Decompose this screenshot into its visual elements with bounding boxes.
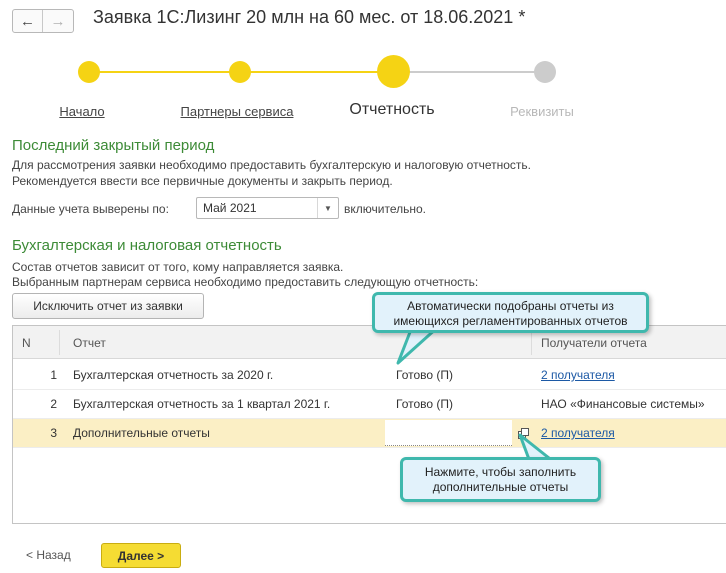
step-reports-label: Отчетность: [349, 101, 435, 118]
step-dot-partners[interactable]: [229, 61, 251, 83]
report-name: Бухгалтерская отчетность за 1 квартал 20…: [73, 397, 331, 411]
step-partners-link[interactable]: Партнеры сервиса: [181, 104, 294, 119]
step-start-link[interactable]: Начало: [59, 104, 104, 119]
row-number: 1: [50, 368, 57, 382]
additional-reports-field[interactable]: [385, 420, 512, 446]
callout-pointer: [396, 325, 440, 365]
table-row[interactable]: 1 Бухгалтерская отчетность за 2020 г. Го…: [13, 361, 726, 390]
report-name: Бухгалтерская отчетность за 2020 г.: [73, 368, 274, 382]
step-dot-details: [534, 61, 556, 83]
period-label: Данные учета выверены по:: [12, 202, 169, 216]
report-status: Готово (П): [396, 368, 454, 382]
column-header-recipients[interactable]: Получатели отчета: [541, 336, 647, 350]
step-dot-reports: [377, 55, 410, 88]
next-button[interactable]: Далее >: [101, 543, 181, 568]
chevron-down-icon[interactable]: ▼: [317, 198, 338, 218]
column-header-n[interactable]: N: [22, 336, 31, 350]
period-description-1: Для рассмотрения заявки необходимо предо…: [12, 158, 531, 172]
reports-table: N Отчет Получатели отчета 1 Бухгалтерска…: [12, 325, 726, 524]
reports-description-2: Выбранным партнерам сервиса необходимо п…: [12, 275, 479, 289]
table-row[interactable]: 2 Бухгалтерская отчетность за 1 квартал …: [13, 390, 726, 419]
arrow-left-icon[interactable]: ←: [13, 10, 44, 32]
step-connector: [393, 71, 545, 73]
report-name: Дополнительные отчеты: [73, 426, 210, 440]
fill-reports-callout: Нажмите, чтобы заполнить дополнительные …: [400, 457, 601, 502]
report-status: Готово (П): [396, 397, 454, 411]
reports-section-title: Бухгалтерская и налоговая отчетность: [12, 237, 282, 254]
step-dot-start[interactable]: [78, 61, 100, 83]
period-select-value[interactable]: Май 2021: [197, 198, 317, 218]
period-select[interactable]: Май 2021 ▼: [196, 197, 339, 219]
arrow-right-icon[interactable]: →: [43, 10, 73, 32]
column-separator: [59, 330, 60, 355]
row-number: 2: [50, 397, 57, 411]
back-button[interactable]: < Назад: [26, 548, 71, 562]
reports-description-1: Состав отчетов зависит от того, кому нап…: [12, 260, 344, 274]
exclude-report-button[interactable]: Исключить отчет из заявки: [12, 293, 204, 319]
recipient-name: НАО «Финансовые системы»: [541, 397, 705, 411]
row-number: 3: [50, 426, 57, 440]
period-section-title: Последний закрытый период: [12, 137, 215, 154]
page-title: Заявка 1С:Лизинг 20 млн на 60 мес. от 18…: [93, 7, 526, 27]
navigation-buttons: ← →: [12, 9, 74, 33]
column-header-report[interactable]: Отчет: [73, 336, 106, 350]
period-suffix: включительно.: [344, 202, 426, 216]
recipients-link[interactable]: 2 получателя: [541, 368, 615, 382]
wizard-stepper: Начало Партнеры сервиса Отчетность Рекви…: [0, 52, 726, 127]
step-details-label: Реквизиты: [510, 104, 574, 119]
table-row[interactable]: 3 Дополнительные отчеты 2 получателя: [13, 419, 726, 448]
auto-selected-callout: Автоматически подобраны отчеты из имеющи…: [372, 292, 649, 333]
period-description-2: Рекомендуется ввести все первичные докум…: [12, 174, 393, 188]
column-separator: [531, 330, 532, 355]
